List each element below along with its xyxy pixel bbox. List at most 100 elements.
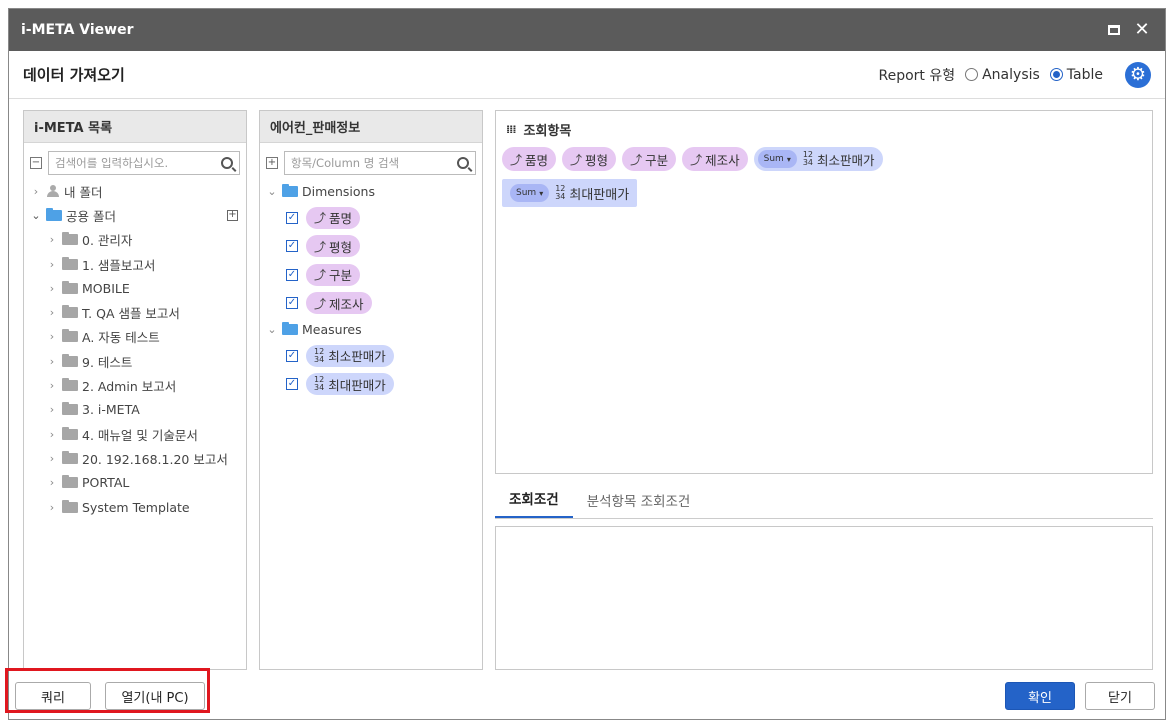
checkbox-checked[interactable]: ✓ xyxy=(286,297,298,310)
tree-item-folder[interactable]: › 1. 샘플보고서 xyxy=(46,252,246,276)
meta-list-title: i-META 목록 xyxy=(24,111,246,143)
dimension-icon: ⤴ xyxy=(690,152,703,167)
checkbox-checked[interactable]: ✓ xyxy=(286,268,298,281)
tab-analysis-condition[interactable]: 분석항목 조회조건 xyxy=(573,490,705,518)
dimension-item[interactable]: ✓ ⤴ 품명 xyxy=(286,203,482,232)
dimension-label: 평형 xyxy=(585,152,609,168)
tree-item-folder[interactable]: › 2. Admin 보고서 xyxy=(46,373,246,397)
add-folder-icon[interactable]: + xyxy=(227,209,238,221)
collapse-all-icon[interactable]: − xyxy=(30,157,42,169)
chevron-right-icon[interactable]: › xyxy=(46,501,58,514)
folder-icon xyxy=(62,305,78,319)
chevron-right-icon[interactable]: › xyxy=(46,282,58,295)
confirm-button[interactable]: 확인 xyxy=(1005,682,1075,710)
number-type-icon: 12 34 xyxy=(555,184,566,201)
search-icon[interactable] xyxy=(221,157,233,169)
chevron-right-icon[interactable]: › xyxy=(46,355,58,368)
tree-item-folder[interactable]: › 9. 테스트 xyxy=(46,349,246,373)
measure-item[interactable]: ✓ 12 34 최대판매가 xyxy=(286,370,482,399)
user-folder-icon xyxy=(46,185,60,198)
chevron-right-icon[interactable]: › xyxy=(46,258,58,271)
selected-dimension-chip[interactable]: ⤴ 평형 xyxy=(562,147,617,171)
checkbox-checked[interactable]: ✓ xyxy=(286,240,298,253)
radio-analysis[interactable]: Analysis xyxy=(965,67,1040,83)
dimension-chip[interactable]: ⤴ 제조사 xyxy=(306,292,372,315)
shared-folder-children: › 0. 관리자 › 1. 샘플보고서 › MOBILE › T. QA 샘플 보고서 › A. … xyxy=(24,228,246,520)
meta-search-input[interactable] xyxy=(55,156,221,170)
tab-query-condition[interactable]: 조회조건 xyxy=(495,488,573,518)
tree-item-folder[interactable]: › 3. i-META xyxy=(46,398,246,422)
measure-chip[interactable]: 12 34 최대판매가 xyxy=(306,373,394,396)
page-title: 데이터 가져오기 xyxy=(23,66,125,84)
selected-measure-max[interactable]: Sum ▾ 12 34 최대판매가 xyxy=(502,179,638,207)
expand-all-icon[interactable]: + xyxy=(266,157,278,169)
tree-item-folder[interactable]: › System Template xyxy=(46,495,246,519)
tree-item-label: 1. 샘플보고서 xyxy=(82,257,156,273)
selected-measure-min[interactable]: Sum ▾ 12 34 최소판매가 xyxy=(753,147,883,171)
maximize-button[interactable] xyxy=(1103,19,1125,41)
chevron-right-icon[interactable]: › xyxy=(46,379,58,392)
dimension-chip[interactable]: ⤴ 품명 xyxy=(306,206,361,229)
tree-item-my-folder[interactable]: › 내 폴더 xyxy=(30,179,246,203)
aggregation-dropdown[interactable]: Sum ▾ xyxy=(757,150,797,168)
chevron-right-icon[interactable]: › xyxy=(46,476,58,489)
aggregation-label: Sum xyxy=(763,154,784,164)
folder-icon xyxy=(62,475,78,489)
checkbox-checked[interactable]: ✓ xyxy=(286,378,298,391)
field-tree-measures: ⌄ Measures xyxy=(260,317,482,341)
tree-item-label: System Template xyxy=(82,499,190,515)
tree-item-folder[interactable]: › 20. 192.168.1.20 보고서 xyxy=(46,446,246,470)
measure-item[interactable]: ✓ 12 34 최소판매가 xyxy=(286,342,482,371)
dimension-item[interactable]: ✓ ⤴ 평형 xyxy=(286,232,482,261)
measure-chip[interactable]: 12 34 최소판매가 xyxy=(306,344,394,367)
close-icon: ✕ xyxy=(1134,19,1150,40)
search-icon[interactable] xyxy=(457,157,469,169)
tree-item-folder[interactable]: › PORTAL xyxy=(46,471,246,495)
chevron-right-icon[interactable]: › xyxy=(46,306,58,319)
radio-analysis-label: Analysis xyxy=(982,66,1040,83)
tree-item-folder[interactable]: › A. 자동 테스트 xyxy=(46,325,246,349)
checkbox-checked[interactable]: ✓ xyxy=(286,211,298,224)
tree-item-label: 0. 관리자 xyxy=(82,233,133,249)
chevron-right-icon[interactable]: › xyxy=(30,185,42,198)
dimension-chip[interactable]: ⤴ 평형 xyxy=(306,235,361,258)
tree-item-folder[interactable]: › T. QA 샘플 보고서 xyxy=(46,300,246,324)
tree-item-folder[interactable]: › 4. 매뉴얼 및 기술문서 xyxy=(46,422,246,446)
chevron-down-icon[interactable]: ⌄ xyxy=(30,209,42,222)
radio-table-label: Table xyxy=(1066,66,1103,83)
tree-item-measures[interactable]: ⌄ Measures xyxy=(266,317,482,341)
chevron-right-icon[interactable]: › xyxy=(46,428,58,441)
close-window-button[interactable]: ✕ xyxy=(1131,19,1153,41)
radio-table[interactable]: Table xyxy=(1049,66,1103,83)
chevron-down-icon[interactable]: ⌄ xyxy=(266,323,278,336)
dimension-icon: ⤴ xyxy=(314,268,327,283)
dimension-icon: ⤴ xyxy=(314,211,327,226)
selected-dimension-chip[interactable]: ⤴ 제조사 xyxy=(682,147,748,171)
dimension-label: 제조사 xyxy=(705,152,740,168)
tree-item-folder[interactable]: › MOBILE xyxy=(46,276,246,300)
selected-dimension-chip[interactable]: ⤴ 구분 xyxy=(622,147,677,171)
tree-item-shared-folder[interactable]: ⌄ 공용 폴더 + xyxy=(30,203,246,227)
chevron-right-icon[interactable]: › xyxy=(46,403,58,416)
selected-dimension-chip[interactable]: ⤴ 품명 xyxy=(502,147,557,171)
settings-gear-button[interactable]: ⚙ xyxy=(1125,61,1151,88)
tree-item-label: A. 자동 테스트 xyxy=(82,330,160,346)
close-button[interactable]: 닫기 xyxy=(1085,682,1155,710)
chevron-down-icon[interactable]: ⌄ xyxy=(266,185,278,198)
field-panel: 에어컨_판매정보 + ⌄ Dimensions ✓⤴품명✓⤴평형✓⤴구분✓⤴제조… xyxy=(259,110,483,670)
aggregation-dropdown[interactable]: Sum ▾ xyxy=(510,184,550,202)
field-search-input[interactable] xyxy=(291,156,457,170)
tree-item-folder[interactable]: › 0. 관리자 xyxy=(46,228,246,252)
chevron-right-icon[interactable]: › xyxy=(46,233,58,246)
dimension-chip[interactable]: ⤴ 구분 xyxy=(306,263,361,286)
dimension-item[interactable]: ✓ ⤴ 제조사 xyxy=(286,289,482,318)
dimension-icon: ⤴ xyxy=(570,152,583,167)
tree-item-dimensions[interactable]: ⌄ Dimensions xyxy=(266,179,482,203)
measure-list: ✓ 12 34 최소판매가 ✓ 12 34 최대판매가 xyxy=(260,342,482,399)
tree-item-label: 4. 매뉴얼 및 기술문서 xyxy=(82,427,198,443)
chevron-right-icon[interactable]: › xyxy=(46,330,58,343)
checkbox-checked[interactable]: ✓ xyxy=(286,349,298,362)
chevron-right-icon[interactable]: › xyxy=(46,452,58,465)
title-bar: i-META Viewer ✕ xyxy=(9,9,1165,51)
dimension-item[interactable]: ✓ ⤴ 구분 xyxy=(286,260,482,289)
